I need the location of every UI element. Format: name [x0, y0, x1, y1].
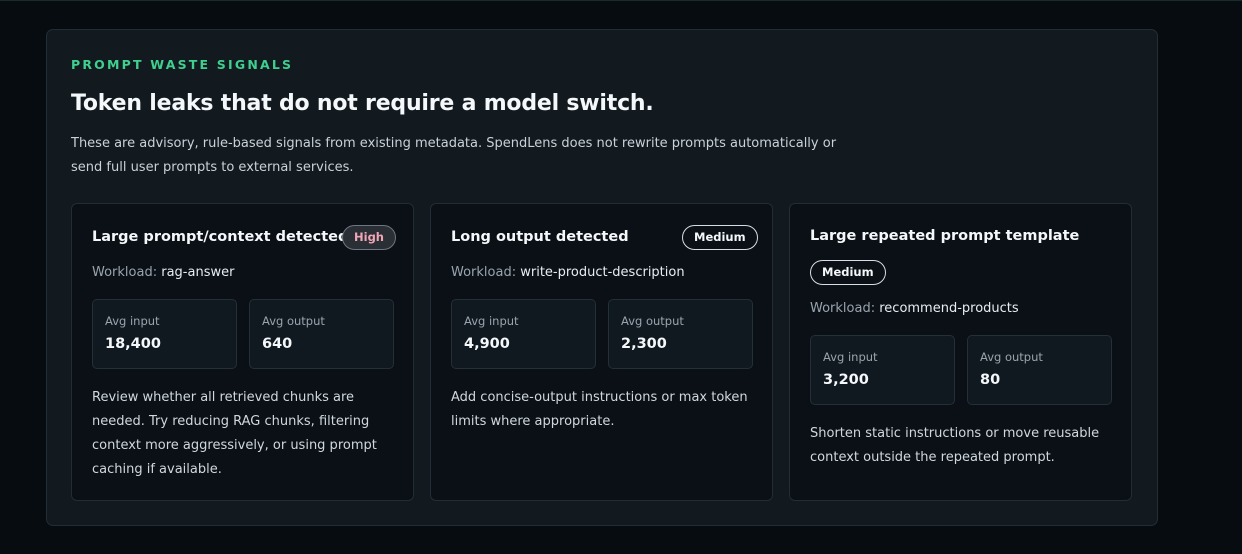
stat-value: 18,400	[105, 336, 161, 352]
stat-value: 3,200	[823, 372, 869, 388]
workload-value: write-product-description	[520, 265, 685, 280]
card-title: Long output detected	[451, 229, 629, 245]
avg-input-stat: Avg input 3,200	[810, 335, 955, 405]
stat-label: Avg input	[823, 350, 878, 364]
workload-value: recommend-products	[879, 301, 1019, 316]
severity-badge: Medium	[810, 260, 886, 285]
workload-line: Workload: recommend-products	[810, 301, 1019, 316]
signal-card-large-prompt: Large prompt/context detected High Workl…	[71, 203, 414, 501]
section-eyebrow: PROMPT WASTE SIGNALS	[71, 57, 294, 72]
avg-output-stat: Avg output 2,300	[608, 299, 753, 369]
signal-card-repeated-template: Large repeated prompt template Medium Wo…	[789, 203, 1132, 501]
workload-value: rag-answer	[161, 265, 235, 280]
workload-line: Workload: rag-answer	[92, 265, 234, 280]
top-divider	[0, 0, 1242, 1]
workload-label: Workload:	[451, 265, 517, 280]
prompt-waste-panel: PROMPT WASTE SIGNALS Token leaks that do…	[46, 29, 1158, 526]
workload-label: Workload:	[92, 265, 158, 280]
avg-output-stat: Avg output 640	[249, 299, 394, 369]
card-title: Large prompt/context detected	[92, 229, 349, 245]
advice-text: Review whether all retrieved chunks are …	[92, 390, 377, 477]
stat-value: 2,300	[621, 336, 667, 352]
workload-label: Workload:	[810, 301, 876, 316]
stat-value: 80	[980, 372, 1001, 388]
severity-badge: High	[342, 225, 396, 250]
card-title: Large repeated prompt template	[810, 228, 1080, 244]
workload-line: Workload: write-product-description	[451, 265, 685, 280]
stat-label: Avg output	[262, 314, 325, 328]
avg-input-stat: Avg input 4,900	[451, 299, 596, 369]
section-intro: These are advisory, rule-based signals f…	[71, 136, 837, 175]
avg-output-stat: Avg output 80	[967, 335, 1112, 405]
stat-value: 640	[262, 336, 293, 352]
stat-label: Avg input	[105, 314, 160, 328]
avg-input-stat: Avg input 18,400	[92, 299, 237, 369]
advice-text: Add concise-output instructions or max t…	[451, 390, 748, 429]
section-headline: Token leaks that do not require a model …	[71, 91, 654, 116]
signal-card-long-output: Long output detected Medium Workload: wr…	[430, 203, 773, 501]
severity-badge: Medium	[682, 225, 758, 250]
advice-text: Shorten static instructions or move reus…	[810, 426, 1100, 465]
stat-label: Avg input	[464, 314, 519, 328]
stat-value: 4,900	[464, 336, 510, 352]
stat-label: Avg output	[980, 350, 1043, 364]
stat-label: Avg output	[621, 314, 684, 328]
